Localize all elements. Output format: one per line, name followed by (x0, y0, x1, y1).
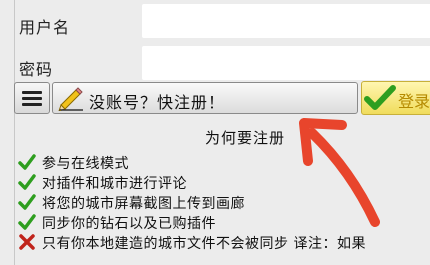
password-label: 密码 (19, 60, 54, 79)
register-button-label: 没账号？快注册！ (89, 93, 226, 112)
login-button[interactable]: 登录 (361, 81, 430, 115)
annotation-arrow-icon (299, 118, 380, 227)
username-row: 用户名 (0, 0, 430, 46)
benefit-text: 对插件和城市进行评论 (42, 176, 187, 192)
register-button[interactable]: 没账号？快注册！ (52, 82, 358, 114)
cross-icon (19, 234, 35, 250)
menu-button[interactable] (14, 82, 50, 114)
login-dialog: 用户名 密码 没账号？快注册！ 登录 为何要注册 参与在线模式 对插件和城市进行… (0, 0, 430, 265)
benefit-text: 同步你的钻石以及已购插件 (42, 216, 216, 232)
benefit-text: 只有你本地建造的城市文件不会被同步 译注：如果 (42, 236, 366, 252)
checkmark-icon (18, 174, 36, 190)
pencil-icon (58, 87, 83, 111)
checkmark-icon (18, 194, 36, 210)
password-input[interactable] (142, 46, 430, 80)
checkmark-icon (18, 154, 36, 170)
username-input[interactable] (142, 4, 430, 38)
benefit-text: 参与在线模式 (42, 156, 129, 172)
checkmark-icon (364, 85, 396, 110)
action-toolbar: 没账号？快注册！ 登录 (14, 81, 430, 116)
why-register-heading: 为何要注册 (205, 129, 286, 147)
checkmark-icon (18, 214, 36, 230)
benefit-text: 将您的城市屏幕截图上传到画廊 (42, 196, 245, 212)
login-button-label: 登录 (398, 92, 430, 111)
username-label: 用户名 (19, 18, 71, 37)
